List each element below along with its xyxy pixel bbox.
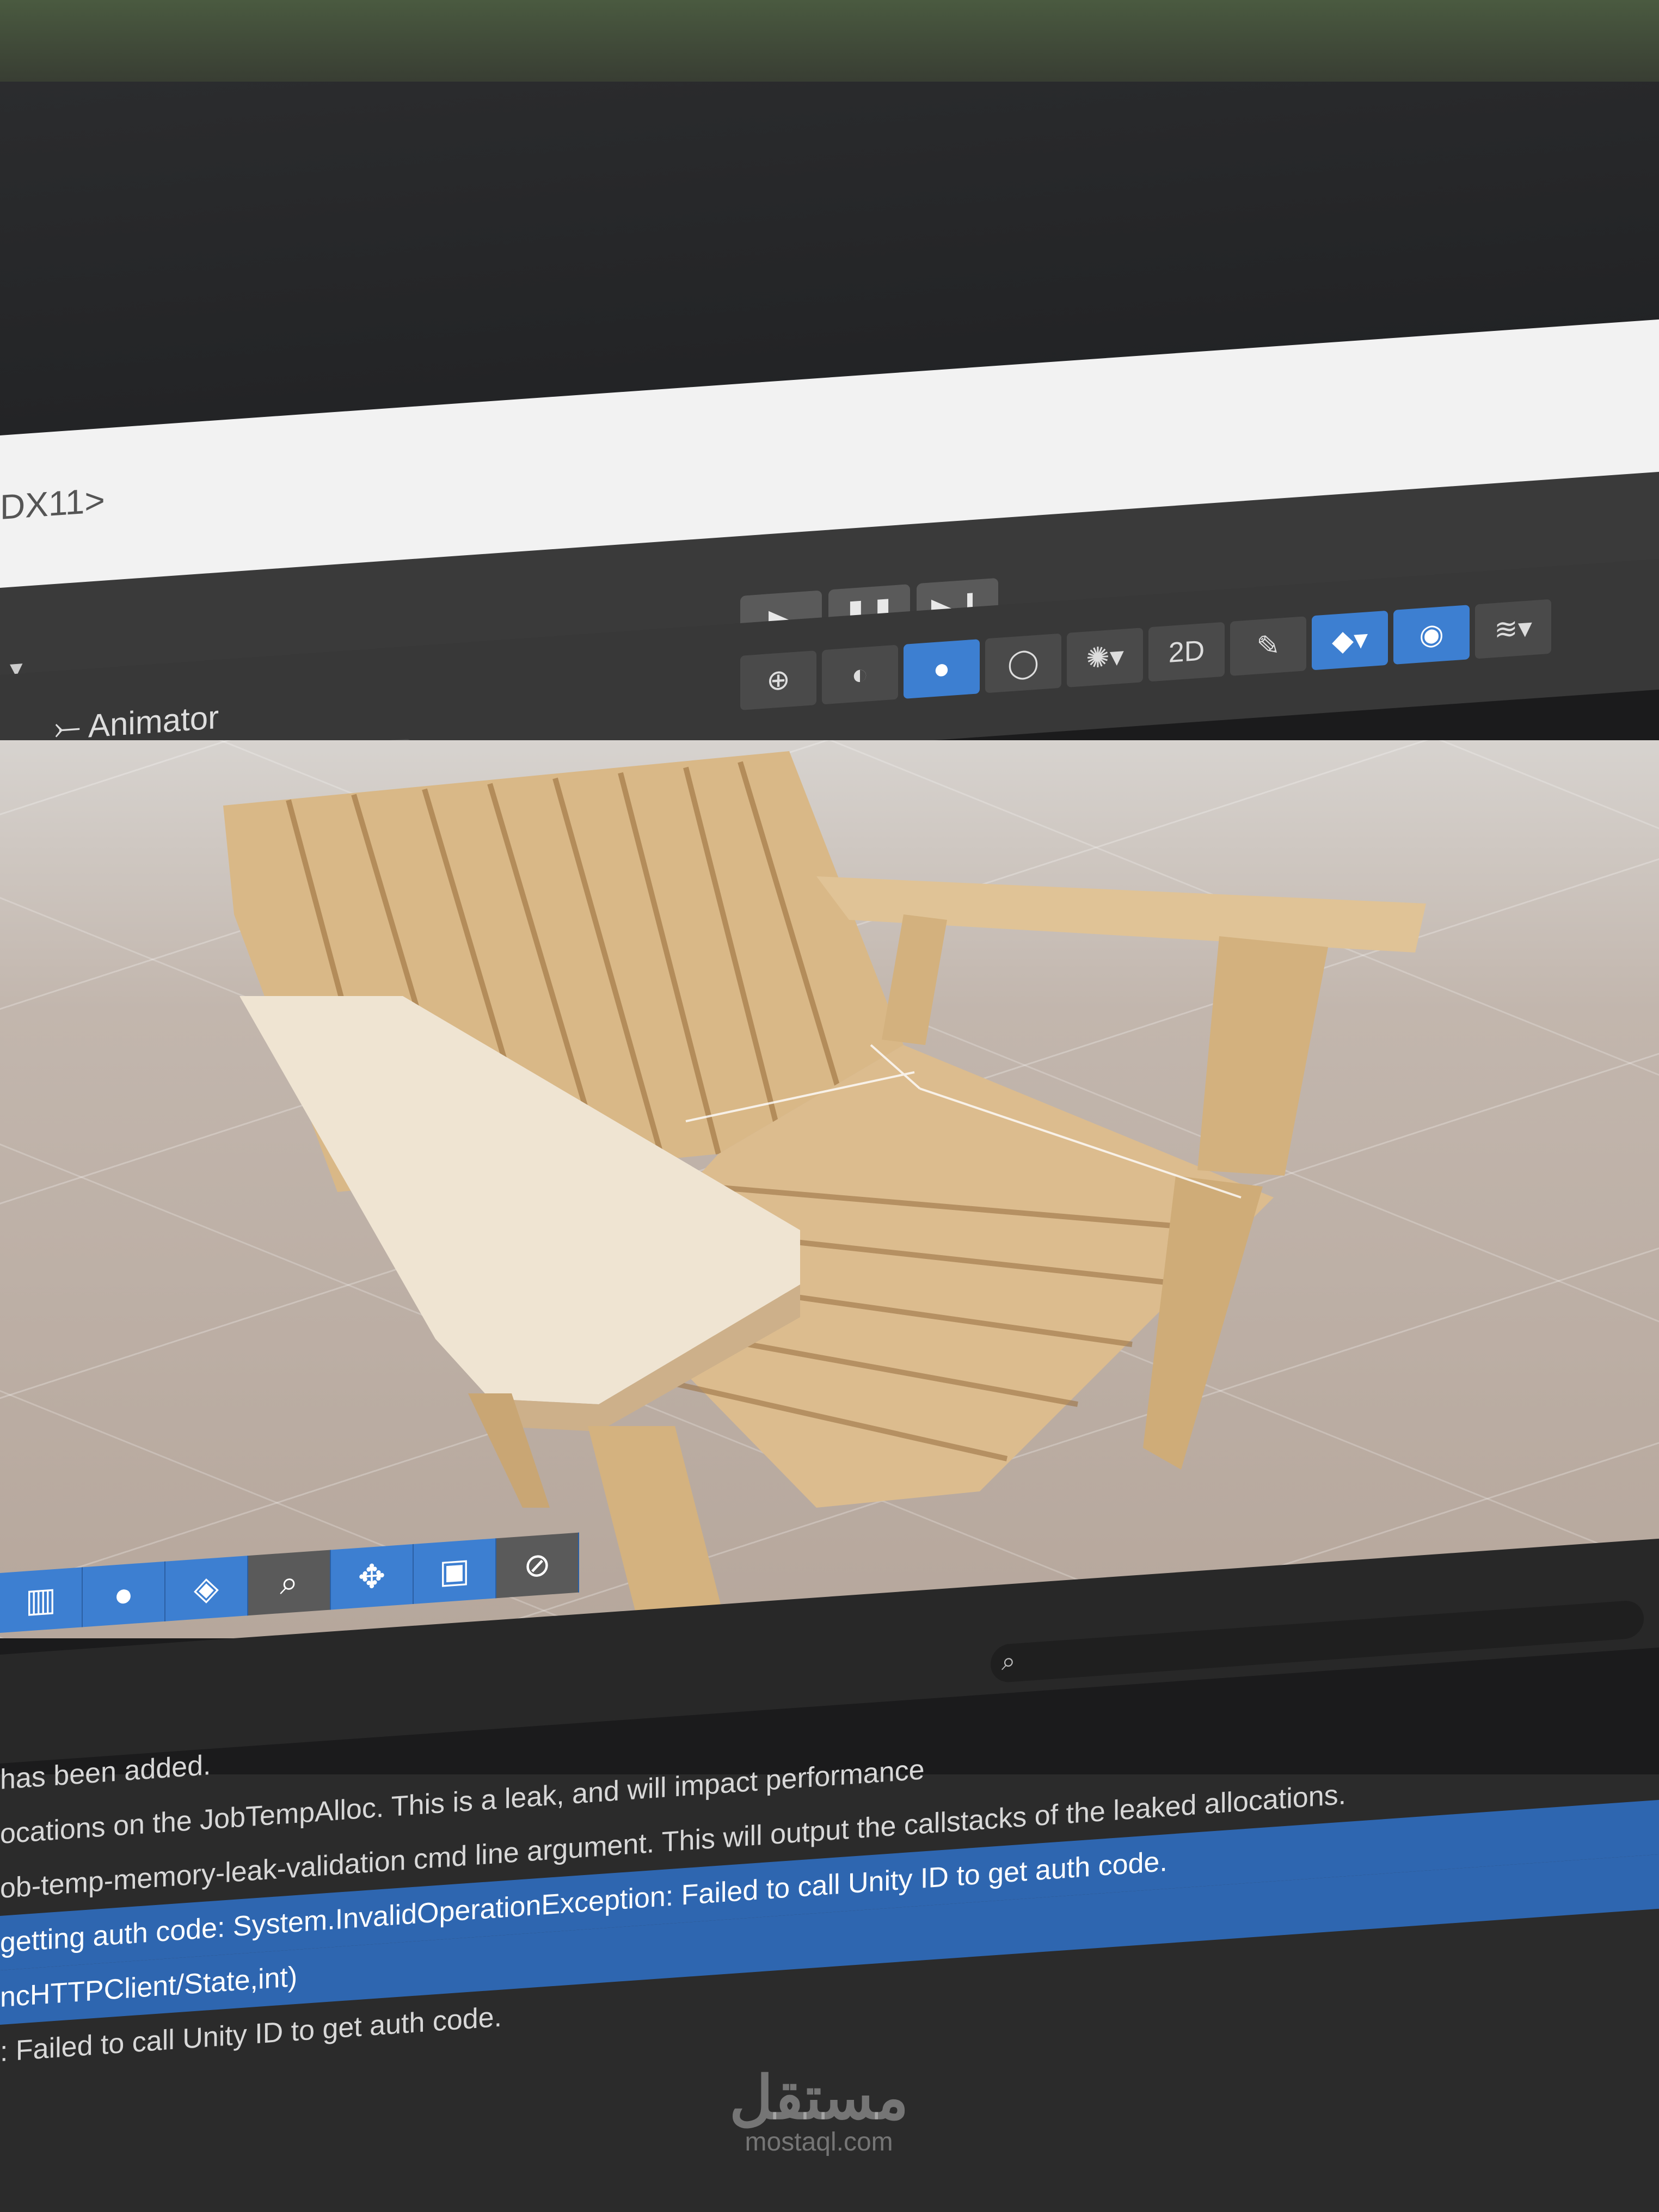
camera-icon[interactable]: ▣	[414, 1538, 496, 1604]
window-title: DX11>	[0, 480, 105, 527]
search-icon[interactable]: ⌕	[248, 1550, 331, 1616]
debug-draw-icon[interactable]: ✺▾	[1067, 628, 1143, 687]
search-icon: ⌕	[1001, 1646, 1016, 1676]
watermark-arabic: مستقل	[729, 2064, 909, 2131]
wireframe-mode-icon[interactable]: ⊕	[740, 650, 816, 710]
watermark: مستقل mostaql.com	[729, 2063, 908, 2157]
watermark-latin: mostaql.com	[745, 2128, 893, 2156]
shaded-wireframe-icon[interactable]: ◐	[822, 644, 898, 705]
shaded-mode-icon[interactable]: ●	[904, 639, 980, 699]
lighting-icon[interactable]: ●	[83, 1561, 165, 1627]
tab-animator-label: Animator	[88, 698, 219, 745]
chair-model[interactable]	[0, 740, 1659, 1638]
move-tool-icon[interactable]: ✥	[331, 1544, 414, 1610]
surface-icon[interactable]: ◈	[165, 1556, 248, 1621]
compass-icon[interactable]: ⊘	[496, 1532, 579, 1599]
scene-viewport[interactable]	[0, 740, 1659, 1638]
effects-toggle-icon[interactable]: ◆▾	[1312, 610, 1388, 671]
layers-dropdown-icon[interactable]: ≋▾	[1475, 599, 1551, 659]
lighting-toggle-icon[interactable]: ✎	[1230, 616, 1306, 676]
unlit-mode-icon[interactable]: ◯	[985, 633, 1061, 693]
scene-view-tools: ⊕ ◐ ● ◯ ✺▾ 2D ✎ ◆▾ ◉ ≋▾	[740, 599, 1551, 710]
grid-visibility-icon[interactable]: ▥	[0, 1567, 83, 1633]
2d-toggle-icon[interactable]: 2D	[1148, 622, 1225, 682]
visibility-toggle-icon[interactable]: ◉	[1393, 605, 1470, 665]
